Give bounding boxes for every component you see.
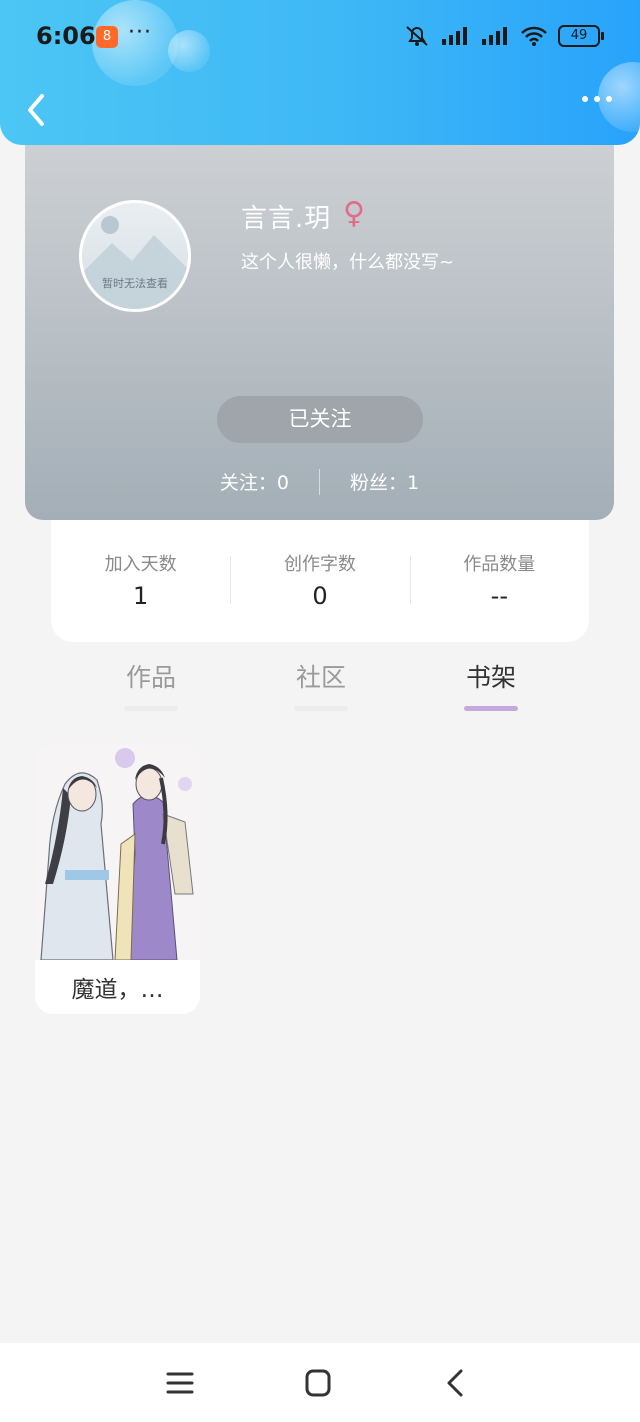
bio: 这个人很懒，什么都没写~ — [241, 252, 455, 273]
tab-label: 书架 — [465, 663, 516, 692]
female-icon: ♀ — [343, 196, 365, 231]
top-header: 6:06 8 ··· 49 — [0, 0, 640, 145]
stat-works-count: 作品数量 -- — [409, 550, 589, 610]
decor-bubble — [168, 30, 210, 72]
status-more-indicator: ··· — [128, 20, 152, 45]
tab-underline — [294, 706, 348, 711]
followers-count[interactable]: 粉丝：1 — [350, 468, 419, 495]
book-card[interactable]: 魔道，… — [35, 744, 200, 1014]
tab-underline — [124, 706, 178, 711]
image-placeholder-icon — [82, 216, 188, 309]
status-time: 6:06 — [36, 22, 96, 50]
tab-underline — [464, 706, 518, 711]
app-notification-icon: 8 — [96, 26, 118, 48]
tab-label: 社区 — [295, 663, 346, 692]
tab-community[interactable]: 社区 — [271, 658, 371, 711]
mute-bell-icon — [406, 26, 428, 46]
avatar[interactable]: 暂时无法查看 — [79, 200, 191, 312]
nav-back-icon[interactable] — [436, 1365, 476, 1401]
more-dots-icon[interactable] — [582, 96, 612, 102]
stat-value: -- — [490, 582, 508, 610]
signal-icon — [442, 27, 467, 45]
dot — [606, 96, 612, 102]
stats-card: 加入天数 1 创作字数 0 作品数量 -- — [51, 500, 589, 642]
system-nav-bar — [0, 1343, 640, 1422]
stats-row: 加入天数 1 创作字数 0 作品数量 -- — [51, 550, 589, 610]
wifi-icon — [521, 26, 547, 46]
dot — [582, 96, 588, 102]
username: 言言.玥 — [241, 204, 332, 234]
battery-icon: 49 — [558, 25, 604, 47]
status-icons: 49 — [404, 24, 604, 48]
menu-icon[interactable] — [160, 1365, 200, 1401]
stat-word-count: 创作字数 0 — [230, 550, 409, 610]
stat-label: 创作字数 — [283, 554, 356, 575]
stat-join-days: 加入天数 1 — [51, 550, 230, 610]
avatar-placeholder-text: 暂时无法查看 — [102, 277, 168, 290]
stat-label: 作品数量 — [463, 554, 536, 575]
profile-card: 暂时无法查看 言言.玥 ♀ 这个人很懒，什么都没写~ 已关注 关注：0 粉丝：1 — [25, 120, 614, 520]
stat-value: 0 — [312, 582, 328, 610]
follow-button[interactable]: 已关注 — [217, 396, 423, 443]
tab-works[interactable]: 作品 — [101, 658, 201, 711]
divider — [319, 468, 320, 495]
follow-counts: 关注：0 粉丝：1 — [25, 468, 614, 495]
tab-label: 作品 — [125, 663, 176, 692]
tab-bookshelf[interactable]: 书架 — [441, 658, 541, 711]
signal-icon — [482, 27, 507, 45]
book-cover-image — [35, 744, 200, 960]
stat-label: 加入天数 — [104, 554, 177, 575]
dot — [594, 96, 600, 102]
book-title: 魔道，… — [71, 977, 164, 1003]
stat-value: 1 — [133, 582, 149, 610]
profile-tabs: 作品 社区 书架 — [101, 658, 541, 711]
back-chevron-icon[interactable] — [22, 92, 50, 128]
home-square-icon[interactable] — [298, 1365, 338, 1401]
following-count[interactable]: 关注：0 — [220, 468, 289, 495]
